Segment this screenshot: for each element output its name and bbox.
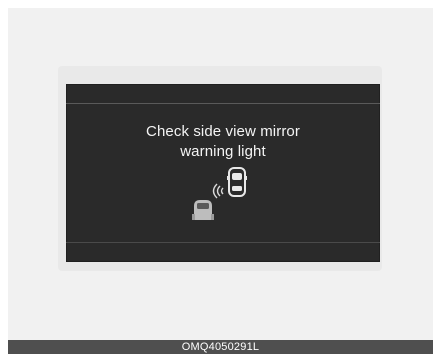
manual-figure: Check side view mirror warning light OMQ… (0, 0, 441, 354)
ego-car-icon (227, 167, 247, 197)
display-top-divider (66, 103, 380, 104)
display-bottom-divider (66, 242, 380, 243)
signal-wave-icon (212, 183, 224, 199)
instrument-cluster-display: Check side view mirror warning light (66, 84, 380, 262)
figure-caption-bar: OMQ4050291L (8, 340, 433, 354)
warning-message-line-2: warning light (180, 143, 266, 160)
warning-message-line-1: Check side view mirror (146, 123, 300, 140)
approaching-car-icon (192, 200, 214, 220)
blind-spot-warning-icon (192, 167, 247, 220)
warning-message: Check side view mirror warning light (66, 122, 380, 162)
figure-code-label: OMQ4050291L (181, 341, 260, 353)
